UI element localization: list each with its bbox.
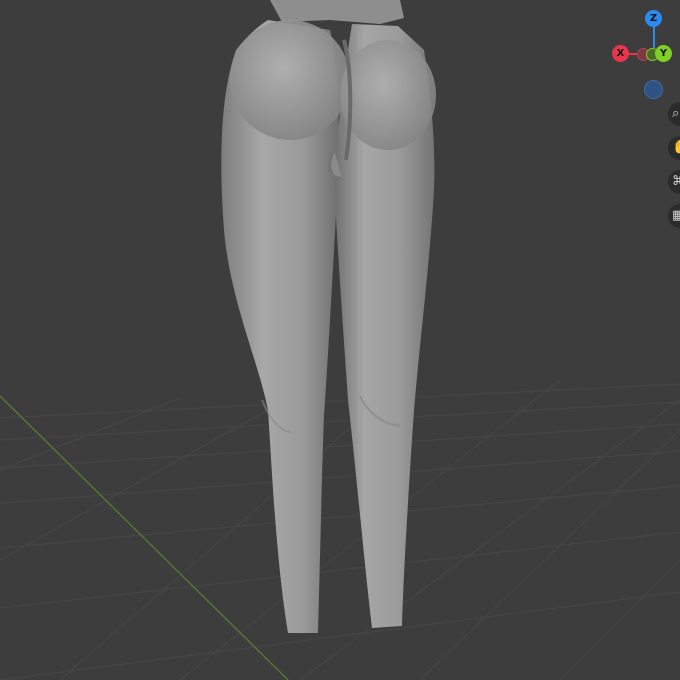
pan-hand-icon[interactable]: ✋: [668, 136, 680, 160]
mesh-model: [221, 0, 436, 633]
viewport-nav-buttons: ⌕ ✋ ⌘ ▦: [668, 102, 680, 238]
camera-icon[interactable]: ⌘: [668, 170, 680, 194]
y-axis-line: [0, 395, 289, 680]
x-axis-icon[interactable]: X: [612, 45, 629, 62]
z-axis-stem: [653, 26, 655, 48]
navigation-gizmo[interactable]: Z X Y: [604, 4, 680, 106]
floor-grid: [0, 379, 680, 680]
grid-icon[interactable]: ▦: [668, 204, 680, 228]
3d-viewport[interactable]: Z X Y ⌕ ✋ ⌘ ▦: [0, 0, 680, 680]
negative-z-axis-icon[interactable]: [644, 80, 663, 99]
scene-canvas[interactable]: [0, 0, 680, 680]
y-axis-icon[interactable]: Y: [655, 45, 672, 62]
zoom-icon[interactable]: ⌕: [668, 102, 680, 126]
z-axis-icon[interactable]: Z: [645, 10, 662, 27]
